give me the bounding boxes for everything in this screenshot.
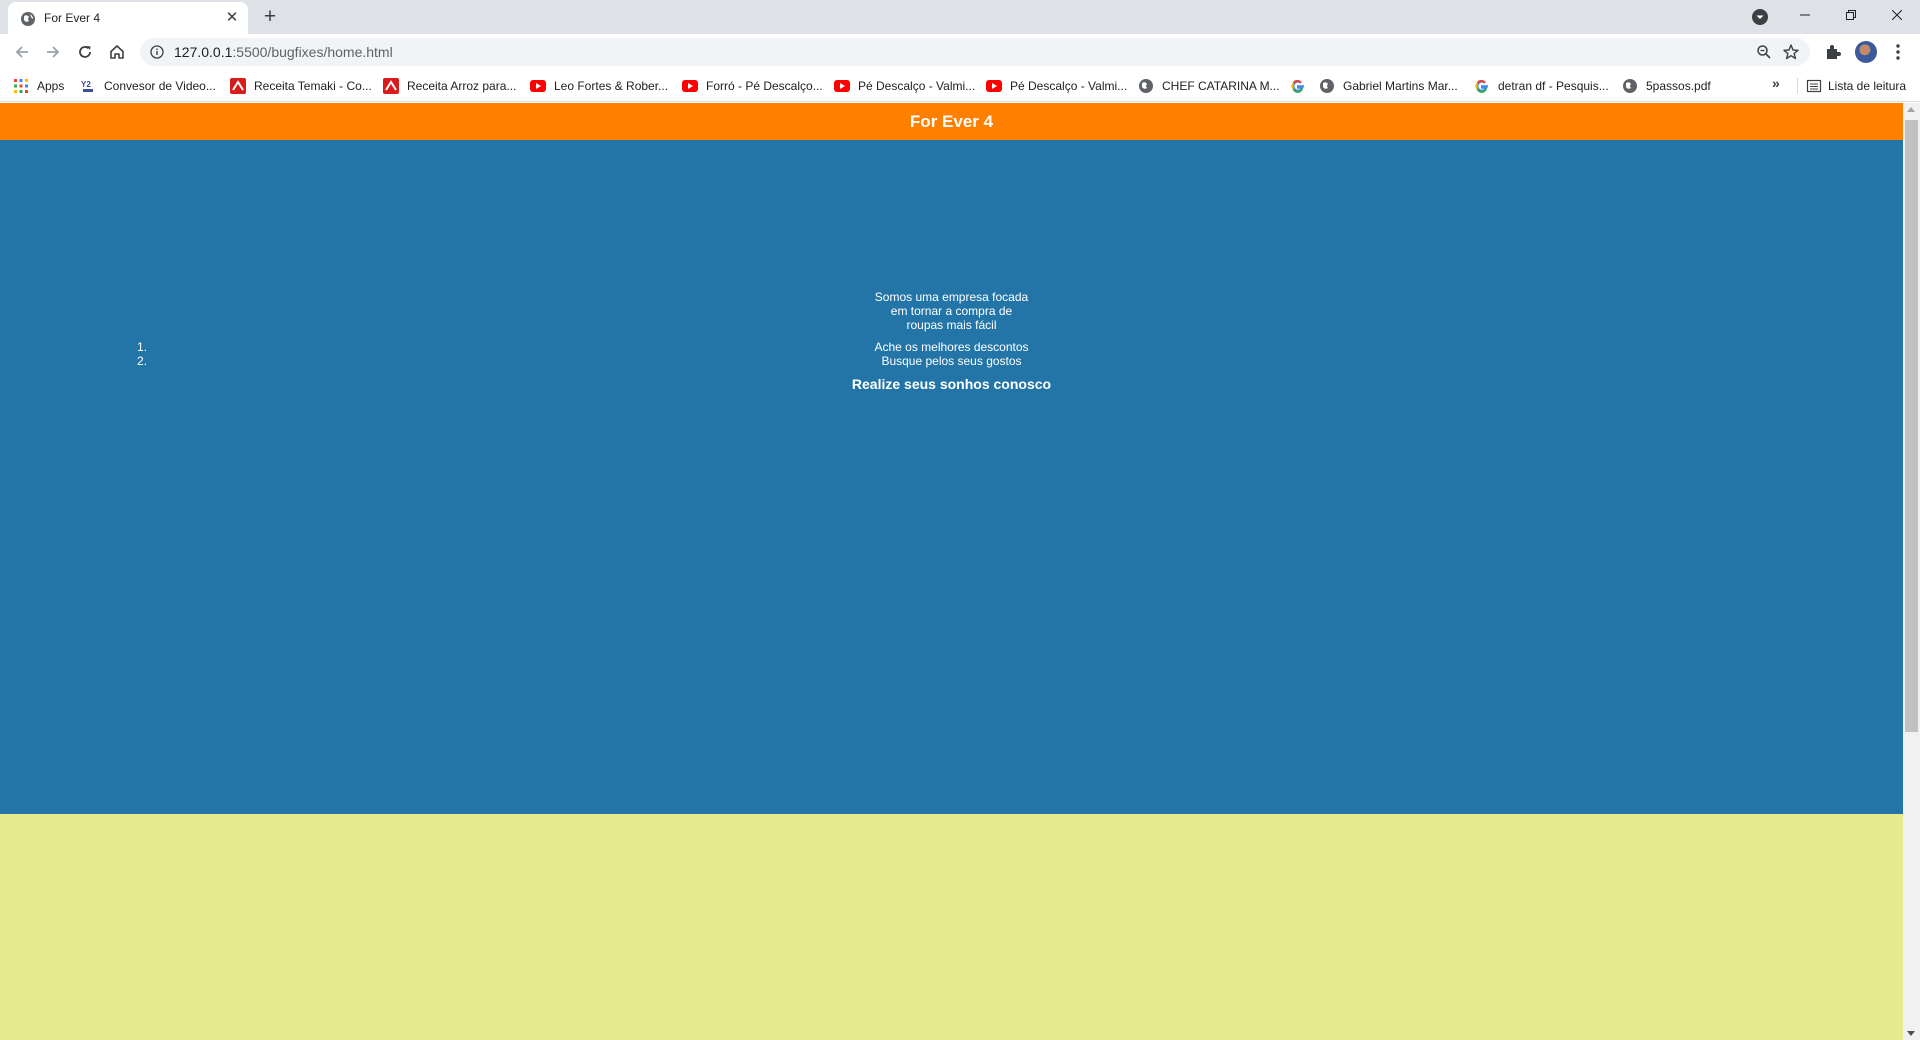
bookmark-label: Forró - Pé Descalço... — [706, 79, 823, 93]
intro-line: em tornar a compra de — [890, 304, 1013, 318]
active-tab[interactable]: For Ever 4 ✕ — [8, 2, 248, 34]
browser-toolbar: 127.0.0.1:5500/bugfixes/home.html — [0, 34, 1920, 70]
bookmarks-bar: Apps Y2 Convesor de Video... Receita Tem… — [0, 70, 1920, 102]
bottom-section — [0, 814, 1903, 1040]
list-item: Ache os melhores descontos — [874, 340, 1029, 354]
bookmark-receita-temaki[interactable]: Receita Temaki - Co... — [230, 76, 372, 96]
extensions-puzzle-icon[interactable] — [1823, 42, 1843, 62]
url-host: 127.0.0.1 — [174, 44, 233, 60]
site-header: For Ever 4 — [0, 103, 1903, 140]
kebab-menu-icon[interactable] — [1888, 42, 1908, 62]
bookmark-leo-fortes[interactable]: Leo Fortes & Rober... — [530, 76, 668, 96]
youtube-icon — [986, 80, 1002, 92]
yt-converter-icon: Y2 — [81, 80, 93, 92]
globe-icon — [1139, 79, 1153, 93]
new-tab-button[interactable]: + — [258, 6, 282, 30]
hero-section: 1. 2. Somos uma empresa focada em tornar… — [0, 140, 1903, 814]
scroll-down-arrow-icon[interactable] — [1907, 1031, 1915, 1036]
scrollbar-thumb[interactable] — [1905, 120, 1918, 732]
more-bookmarks-button[interactable]: » — [1772, 75, 1780, 91]
globe-icon — [1623, 79, 1637, 93]
back-button[interactable] — [8, 38, 36, 66]
apps-grid-icon — [14, 79, 28, 93]
tab-strip: For Ever 4 ✕ + — [0, 0, 1920, 34]
bookmark-star-icon[interactable] — [1782, 43, 1800, 61]
bookmark-google[interactable] — [1290, 76, 1314, 96]
page-viewport: For Ever 4 1. 2. Somos uma empresa focad… — [0, 103, 1920, 1040]
tab-title: For Ever 4 — [44, 11, 101, 25]
bookmark-video-converter[interactable]: Y2 Convesor de Video... — [80, 76, 216, 96]
hero-text: Somos uma empresa focada em tornar a com… — [0, 290, 1903, 392]
recipe-site-icon — [383, 78, 399, 94]
bookmark-detran-df[interactable]: detran df - Pesquis... — [1474, 76, 1609, 96]
bookmark-label: Apps — [37, 79, 65, 93]
bookmark-label: Convesor de Video... — [104, 79, 216, 93]
bookmark-receita-arroz[interactable]: Receita Arroz para... — [383, 76, 516, 96]
slogan: Realize seus sonhos conosco — [851, 376, 1052, 392]
zoom-icon[interactable] — [1756, 44, 1772, 60]
minimize-button[interactable] — [1782, 0, 1828, 30]
youtube-icon — [682, 80, 698, 92]
google-icon — [1475, 79, 1488, 93]
close-window-button[interactable] — [1874, 0, 1920, 30]
reading-list-icon — [1806, 79, 1822, 93]
recipe-site-icon — [230, 78, 246, 94]
forward-button[interactable] — [39, 38, 67, 66]
reload-button[interactable] — [71, 38, 99, 66]
address-bar[interactable]: 127.0.0.1:5500/bugfixes/home.html — [140, 38, 1810, 66]
intro-line: roupas mais fácil — [906, 318, 997, 332]
bookmark-label: CHEF CATARINA M... — [1162, 79, 1280, 93]
url-text[interactable]: 127.0.0.1:5500/bugfixes/home.html — [174, 45, 393, 59]
reading-list-button[interactable]: Lista de leitura — [1806, 76, 1906, 96]
close-icon — [1892, 10, 1902, 20]
bookmarks-separator — [1797, 78, 1798, 94]
home-icon — [110, 45, 124, 59]
info-icon[interactable] — [150, 45, 164, 59]
globe-icon — [1320, 79, 1334, 93]
bookmark-label: Receita Arroz para... — [407, 79, 517, 93]
minimize-icon — [1800, 14, 1810, 16]
bookmark-pe-descalco-2[interactable]: Pé Descalço - Valmi... — [986, 76, 1127, 96]
list-item: Busque pelos seus gostos — [881, 354, 1022, 368]
profile-avatar[interactable] — [1855, 41, 1877, 63]
arrow-left-icon — [15, 46, 28, 58]
bookmark-forro[interactable]: Forró - Pé Descalço... — [682, 76, 823, 96]
bookmark-label: Gabriel Martins Mar... — [1343, 79, 1458, 93]
close-tab-icon[interactable]: ✕ — [224, 10, 240, 26]
intro-paragraph: Somos uma empresa focada em tornar a com… — [0, 290, 1903, 332]
bookmark-label: Leo Fortes & Rober... — [554, 79, 669, 93]
bookmark-apps[interactable]: Apps — [13, 76, 64, 96]
restore-icon — [1846, 10, 1856, 20]
intro-line: Somos uma empresa focada — [874, 290, 1029, 304]
youtube-icon — [530, 80, 546, 92]
bookmark-chef-catarina[interactable]: CHEF CATARINA M... — [1138, 76, 1280, 96]
youtube-icon — [834, 80, 850, 92]
bookmark-label: Pé Descalço - Valmi... — [858, 79, 976, 93]
reading-list-label: Lista de leitura — [1828, 79, 1907, 93]
home-button[interactable] — [103, 38, 131, 66]
bookmark-5passos[interactable]: 5passos.pdf — [1622, 76, 1711, 96]
reload-icon — [79, 46, 91, 58]
google-icon — [1291, 79, 1304, 93]
scroll-up-arrow-icon[interactable] — [1907, 107, 1915, 112]
bookmark-label: Pé Descalço - Valmi... — [1010, 79, 1128, 93]
site-title: For Ever 4 — [909, 111, 994, 131]
svg-text:Y2: Y2 — [81, 80, 91, 89]
features-list: Ache os melhores descontos Busque pelos … — [0, 340, 1903, 368]
tab-search-icon[interactable] — [1750, 7, 1770, 27]
restore-button[interactable] — [1828, 0, 1874, 30]
url-path: :5500/bugfixes/home.html — [232, 44, 393, 60]
globe-icon — [21, 12, 35, 26]
arrow-right-icon — [47, 46, 60, 58]
bookmark-gabriel-martins[interactable]: Gabriel Martins Mar... — [1319, 76, 1458, 96]
vertical-scrollbar[interactable] — [1903, 103, 1920, 1040]
bookmark-pe-descalco-1[interactable]: Pé Descalço - Valmi... — [834, 76, 975, 96]
bookmark-label: 5passos.pdf — [1646, 79, 1711, 93]
bookmark-label: detran df - Pesquis... — [1498, 79, 1609, 93]
bookmark-label: Receita Temaki - Co... — [254, 79, 372, 93]
